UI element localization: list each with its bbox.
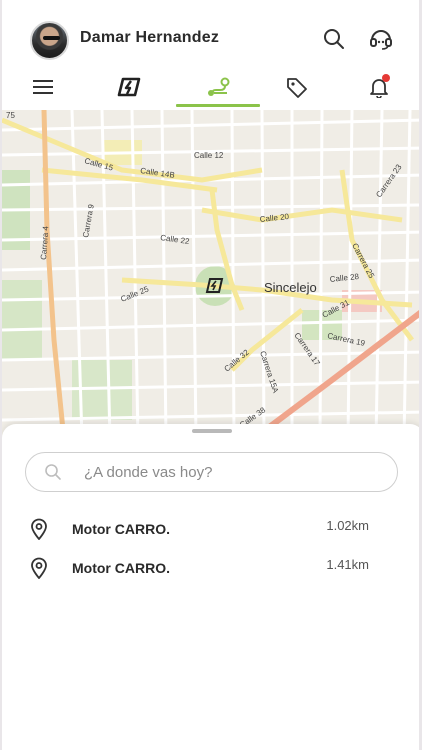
- tab-notifications[interactable]: [361, 72, 397, 102]
- route-icon: [208, 77, 230, 96]
- headset-icon: [370, 30, 392, 50]
- menu-button[interactable]: [25, 72, 61, 102]
- location-pin-icon: [28, 517, 50, 541]
- place-name: Motor CARRO.: [72, 560, 170, 576]
- user-name: Damar Hernandez: [80, 29, 220, 46]
- park-area: [2, 280, 42, 360]
- active-tab-indicator: [176, 104, 260, 107]
- tab-promotions[interactable]: [279, 72, 315, 102]
- tab-home[interactable]: [112, 72, 148, 102]
- search-icon: [324, 29, 344, 49]
- tab-route[interactable]: [200, 72, 236, 102]
- street-label: 75: [6, 111, 15, 120]
- bottom-sheet: Motor CARRO. 1.02km Motor CARRO. 1.41km: [2, 424, 419, 750]
- map-view[interactable]: 75 Calle 15 Calle 14B Calle 12 Calle 20 …: [2, 110, 419, 440]
- place-name: Motor CARRO.: [72, 521, 170, 537]
- location-pin-icon: [28, 556, 50, 580]
- hamburger-menu-icon: [33, 80, 53, 94]
- list-item[interactable]: Motor CARRO. 1.02km: [28, 516, 378, 542]
- place-distance: 1.41km: [326, 557, 369, 572]
- list-item[interactable]: Motor CARRO. 1.41km: [28, 555, 378, 581]
- search-button[interactable]: [321, 26, 347, 52]
- drag-handle[interactable]: [192, 429, 232, 433]
- destination-input[interactable]: [84, 463, 364, 481]
- support-button[interactable]: [368, 26, 394, 52]
- avatar[interactable]: [30, 21, 69, 60]
- tab-bar: [2, 66, 419, 110]
- place-distance: 1.02km: [326, 518, 369, 533]
- destination-search[interactable]: [25, 452, 398, 492]
- city-map: 75 Calle 15 Calle 14B Calle 12 Calle 20 …: [2, 110, 419, 440]
- city-label: Sincelejo: [264, 280, 317, 295]
- vehicle-logo-icon: [117, 77, 141, 97]
- search-icon: [45, 464, 61, 480]
- notification-badge: [382, 74, 390, 82]
- street-label: Calle 12: [194, 151, 224, 160]
- app-header: Damar Hernandez: [2, 0, 419, 76]
- tag-icon: [287, 78, 307, 98]
- app-screen: Damar Hernandez 75 Calle 15 Calle 14B Ca…: [0, 0, 422, 750]
